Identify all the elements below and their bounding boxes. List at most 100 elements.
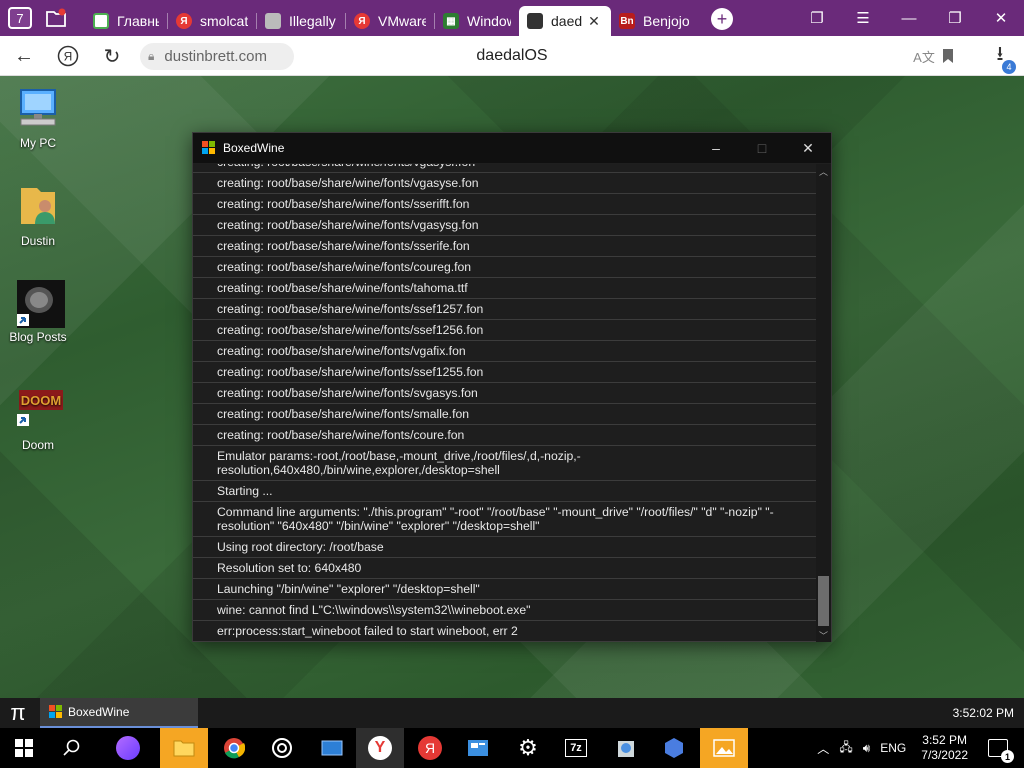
chrome-icon[interactable]	[210, 728, 258, 768]
log-line: creating: root/base/share/wine/fonts/cou…	[193, 425, 816, 446]
alice-assistant-icon[interactable]	[104, 728, 152, 768]
notification-badge: 1	[1001, 750, 1014, 763]
daedalos-taskbar: π BoxedWine 3:52:02 PM	[0, 698, 1024, 728]
log-line: creating: root/base/share/wine/fonts/sse…	[193, 194, 816, 215]
minimize-icon[interactable]: —	[886, 0, 932, 36]
taskbar-entry-boxedwine[interactable]: BoxedWine	[40, 698, 198, 728]
collections-button[interactable]	[41, 5, 71, 31]
wine-app-icon	[48, 704, 64, 720]
browser-tab-bar: 7 Главны Я smolcat Illegally Я VMware ▦ …	[0, 0, 1024, 36]
close-tab-icon[interactable]: ✕	[588, 13, 600, 30]
tab-0[interactable]: Главны	[85, 6, 167, 36]
translate-icon[interactable]: A文	[912, 44, 936, 68]
tab-label: daed	[551, 13, 583, 29]
yandex-icon: Я	[354, 13, 370, 29]
scrollbar[interactable]: ︿ ﹀	[816, 164, 831, 642]
desktop-icon-doom[interactable]: DOOM Doom	[1, 388, 75, 452]
7zip-icon[interactable]: 7z	[552, 728, 600, 768]
tab-5-active[interactable]: daed ✕	[519, 6, 611, 36]
search-icon[interactable]	[48, 728, 96, 768]
notification-center-icon[interactable]: 1	[988, 739, 1014, 763]
desktop-icon-label: Blog Posts	[9, 330, 67, 344]
log-line: creating: root/base/share/wine/fonts/sse…	[193, 362, 816, 383]
scroll-down-icon[interactable]: ﹀	[816, 628, 831, 642]
restore-icon[interactable]: ❐	[932, 0, 978, 36]
maximize-button[interactable]: □	[739, 133, 785, 163]
reload-icon[interactable]: ↻	[100, 44, 124, 68]
log-line: creating: root/base/share/wine/fonts/sse…	[193, 236, 816, 257]
network-icon[interactable]: 🖧︎	[839, 738, 852, 759]
yandex-browser-icon[interactable]: Y	[356, 728, 404, 768]
window-titlebar[interactable]: BoxedWine – □ ✕	[193, 133, 831, 163]
daedalos-clock[interactable]: 3:52:02 PM	[953, 706, 1014, 720]
app-icon-3[interactable]	[602, 728, 650, 768]
tab-manager-icon[interactable]: ❐	[794, 0, 840, 36]
tab-4[interactable]: ▦ Window	[435, 6, 519, 36]
log-line: Starting ...	[193, 481, 816, 502]
log-line: creating: root/base/share/wine/fonts/vga…	[193, 215, 816, 236]
folder-add-icon	[46, 8, 66, 27]
desktop-icon-blog-posts[interactable]: Blog Posts	[1, 280, 75, 344]
system-tray: ︿ 🖧︎ 🔊︎ ENG 3:52 PM 7/3/2022 1	[812, 728, 1024, 768]
url-field[interactable]: 🔒︎ dustinbrett.com	[140, 43, 294, 70]
downloads-badge: 4	[1002, 60, 1016, 74]
log-line: Command line arguments: "./this.program"…	[193, 502, 816, 537]
svg-text:DOOM: DOOM	[21, 393, 61, 408]
app-icon-4[interactable]	[650, 728, 698, 768]
windows-clock[interactable]: 3:52 PM 7/3/2022	[921, 733, 968, 763]
tray-chevron-up-icon[interactable]: ︿	[817, 740, 829, 757]
log-line: creating: root/base/share/wine/fonts/svg…	[193, 383, 816, 404]
bookmark-icon[interactable]	[936, 44, 960, 68]
tab-1[interactable]: Я smolcat	[168, 6, 256, 36]
log-line: creating: root/base/share/wine/fonts/cou…	[193, 257, 816, 278]
app-icon[interactable]	[454, 728, 502, 768]
page-icon	[93, 13, 109, 29]
user-folder-icon	[15, 184, 61, 230]
computer-icon	[15, 86, 61, 132]
tab-label: smolcat	[200, 13, 248, 29]
tab-6[interactable]: Bn Benjojo	[611, 6, 697, 36]
yandex-icon[interactable]: Я	[406, 728, 454, 768]
log-line: Launching "/bin/wine" "explorer" "/deskt…	[193, 579, 816, 600]
log-line: err:process:start_wineboot failed to sta…	[193, 621, 816, 642]
log-line: creating: root/base/share/wine/fonts/vga…	[193, 173, 816, 194]
app-window-icon[interactable]	[308, 728, 356, 768]
photos-icon[interactable]	[700, 728, 748, 768]
desktop-icon-label: Dustin	[20, 234, 55, 248]
volume-icon[interactable]: 🔊︎	[863, 741, 871, 756]
yandex-home-icon[interactable]: Я	[56, 44, 80, 68]
desktop-icon-label: Doom	[21, 438, 54, 452]
window-title: BoxedWine	[223, 141, 285, 155]
log-list: creating: root/base/share/wine/fonts/vga…	[193, 164, 816, 642]
clock-date: 7/3/2022	[921, 748, 968, 762]
log-line: creating: root/base/share/wine/fonts/sse…	[193, 320, 816, 341]
language-icon[interactable]: ENG	[880, 741, 906, 755]
log-line: creating: root/base/share/wine/fonts/tah…	[193, 278, 816, 299]
media-player-icon[interactable]	[258, 728, 306, 768]
back-icon[interactable]: ←	[12, 44, 36, 68]
tab-3[interactable]: Я VMware	[346, 6, 434, 36]
desktop-icon-dustin[interactable]: Dustin	[1, 184, 75, 248]
tab-label: Window	[467, 13, 511, 29]
grid-icon: ▦	[443, 13, 459, 29]
lock-icon: 🔒︎	[148, 49, 155, 63]
close-window-icon[interactable]: ✕	[978, 0, 1024, 36]
close-button[interactable]: ✕	[785, 133, 831, 163]
minimize-button[interactable]: –	[693, 133, 739, 163]
daedalos-icon	[527, 13, 543, 29]
windows-start-button[interactable]	[0, 728, 48, 768]
tab-2[interactable]: Illegally	[257, 6, 345, 36]
scrollbar-thumb[interactable]	[818, 576, 829, 626]
file-explorer-icon[interactable]	[160, 728, 208, 768]
svg-text:Я: Я	[64, 50, 73, 64]
desktop-icon-label: My PC	[20, 136, 56, 150]
scroll-up-icon[interactable]: ︿	[816, 164, 831, 178]
menu-icon[interactable]: ☰	[840, 0, 886, 36]
start-menu-button[interactable]: π	[0, 698, 36, 728]
tab-counter-button[interactable]: 7	[5, 5, 35, 31]
settings-gear-icon[interactable]: ⚙	[504, 728, 552, 768]
log-line: creating: root/base/share/wine/fonts/vga…	[193, 164, 816, 173]
browser-window-controls: ❐ ☰ — ❐ ✕	[794, 0, 1024, 36]
desktop-icon-my-pc[interactable]: My PC	[1, 86, 75, 150]
new-tab-button[interactable]: +	[711, 8, 733, 30]
